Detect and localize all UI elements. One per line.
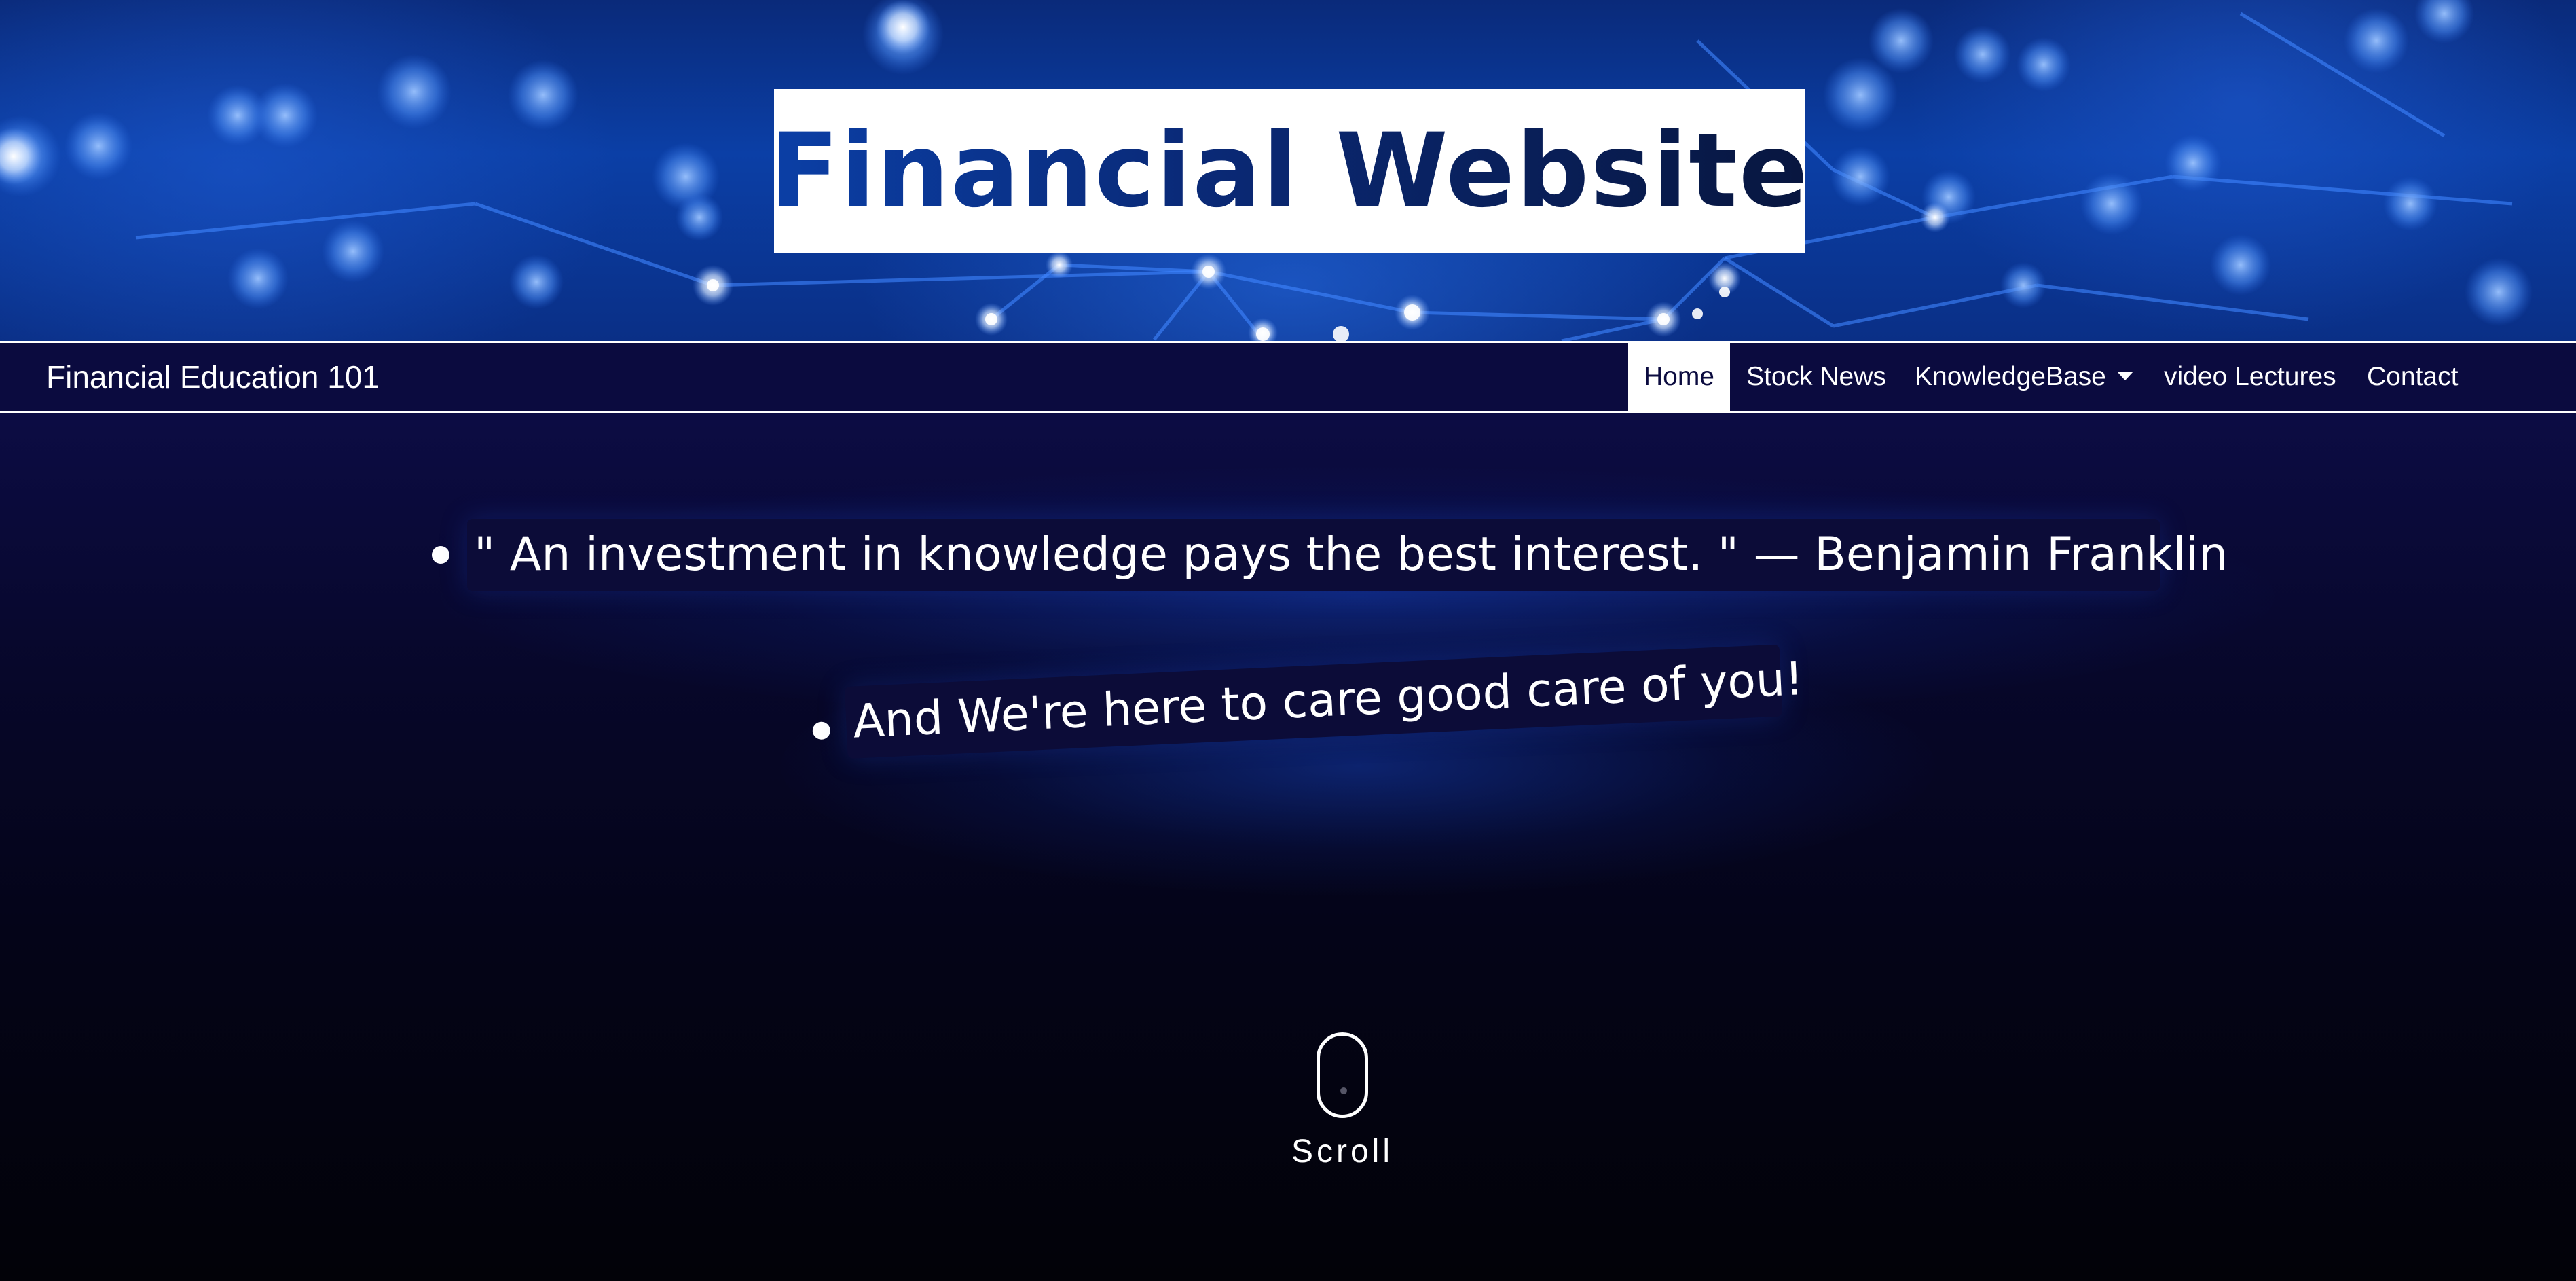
chevron-down-icon — [2116, 372, 2133, 381]
nav-item-knowledgebase[interactable]: KnowledgeBase — [1915, 343, 2133, 411]
navbar-brand[interactable]: Financial Education 101 — [46, 343, 380, 411]
quote-text: " An investment in knowledge pays the be… — [467, 519, 2228, 591]
hero-banner: Financial Website — [0, 0, 2576, 341]
main-content: " An investment in knowledge pays the be… — [0, 413, 2576, 1281]
nav-item-contact[interactable]: Contact — [2367, 343, 2458, 411]
nav-item-video-lectures[interactable]: video Lectures — [2164, 343, 2336, 411]
scroll-indicator[interactable]: Scroll — [1247, 1032, 1437, 1182]
bullet-icon — [432, 546, 449, 564]
site-title: Financial Website — [769, 112, 1809, 230]
nav-item-knowledgebase-label: KnowledgeBase — [1915, 362, 2106, 391]
nav-item-home[interactable]: Home — [1628, 343, 1730, 411]
site-title-box: Financial Website — [769, 89, 1808, 253]
mouse-icon — [1317, 1032, 1368, 1118]
mouse-wheel-dot — [1340, 1087, 1347, 1094]
top-navbar: Financial Education 101 Home Stock News … — [0, 341, 2576, 413]
scroll-label: Scroll — [1291, 1134, 1394, 1170]
nav-item-stock-news[interactable]: Stock News — [1746, 343, 1886, 411]
